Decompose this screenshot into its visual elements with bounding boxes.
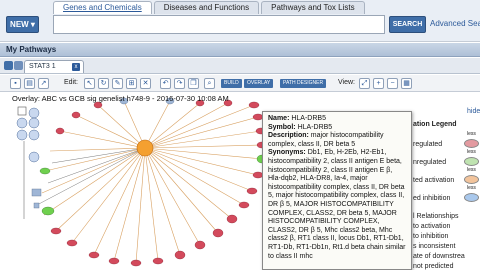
- rel-inconsistent: s inconsistent: [413, 243, 456, 250]
- tooltip-description-row: Description: major histocompatibility co…: [268, 132, 384, 148]
- build-button[interactable]: BUILD: [221, 79, 242, 88]
- search-button[interactable]: SEARCH: [389, 16, 426, 33]
- view-label: View:: [338, 79, 355, 86]
- export-icon[interactable]: ↗: [38, 78, 49, 89]
- less-label: less: [467, 185, 476, 191]
- tooltip-symbol-row: Symbol: HLA-DRB5: [268, 123, 333, 131]
- rel-inhibition: to inhibition: [413, 233, 449, 240]
- tab-stat3[interactable]: STAT3 1 x: [24, 60, 84, 73]
- tab-label: STAT3 1: [29, 63, 56, 70]
- tab-diseases-and-functions[interactable]: Diseases and Functions: [153, 1, 260, 14]
- search-tabs: Genes and Chemicals Diseases and Functio…: [53, 1, 365, 15]
- print-icon[interactable]: ▤: [24, 78, 35, 89]
- copy-icon[interactable]: ❐: [188, 78, 199, 89]
- hub-node: [136, 139, 154, 157]
- app-window: NEW ▾ Genes and Chemicals Diseases and F…: [0, 0, 480, 270]
- tooltip-name-row: Name: HLA-DRB5: [268, 115, 326, 122]
- grid-icon[interactable]: [4, 61, 13, 70]
- legend-upregulated: regulated: [413, 141, 443, 148]
- search-input[interactable]: [53, 15, 385, 34]
- zoom-in-icon[interactable]: +: [373, 78, 384, 89]
- tab-pathways-and-tox-lists[interactable]: Pathways and Tox Lists: [261, 1, 365, 14]
- less-label: less: [467, 167, 476, 173]
- rel-not-predicted: not predicted: [413, 263, 454, 270]
- gene-name: HLA-DRB5: [291, 115, 326, 122]
- upregulated-swatch: [464, 139, 479, 148]
- overlay-title: Overlay: ABC vs GCB sig genelist h748-9 …: [12, 94, 229, 103]
- edit-label: Edit:: [64, 79, 79, 86]
- layout-icon[interactable]: ⊞: [126, 78, 137, 89]
- activation-swatch: [464, 175, 479, 184]
- overlay-button[interactable]: OVERLAY: [244, 79, 274, 88]
- rel-activation: to activation: [413, 223, 451, 230]
- hide-legend-link[interactable]: hide: [467, 108, 480, 115]
- legend-title: ation Legend: [413, 121, 457, 128]
- rel-downstream: ate of downstrea: [413, 253, 465, 260]
- list-icon[interactable]: [14, 61, 23, 70]
- connect-icon[interactable]: ↻: [98, 78, 109, 89]
- pathway-toolbar: ▪ ▤ ↗ Edit: ↖ ↻ ✎ ⊞ ✕ ↶ ↷ ❐ ⌕ BUILD OVER…: [0, 75, 480, 92]
- fit-view-icon[interactable]: ⤢: [359, 78, 370, 89]
- tooltip-synonyms-row: Synonyms: Db1, Eb, H-2Eb, H2-Eb1, histoc…: [268, 149, 406, 260]
- select-icon[interactable]: ↖: [84, 78, 95, 89]
- relationships-title: l Relationships: [413, 213, 459, 220]
- gene-synonyms: Db1, Eb, H-2Eb, H2-Eb1, histocompatibili…: [268, 149, 406, 260]
- legend-activation: ted activation: [413, 177, 455, 184]
- less-label: less: [467, 149, 476, 155]
- inhibition-swatch: [464, 193, 479, 202]
- legend-downregulated: nregulated: [413, 159, 447, 166]
- search-icon[interactable]: ⌕: [204, 78, 215, 89]
- close-icon[interactable]: x: [72, 63, 80, 71]
- downregulated-swatch: [464, 157, 479, 166]
- delete-icon[interactable]: ✕: [140, 78, 151, 89]
- advanced-search-link[interactable]: Advanced Sea: [430, 19, 480, 28]
- gene-tooltip: Name: HLA-DRB5 Symbol: HLA-DRB5 Descript…: [262, 111, 412, 270]
- workspace-tab-strip: STAT3 1 x: [0, 58, 480, 74]
- my-pathways-header: My Pathways: [0, 43, 480, 57]
- legend-icon[interactable]: ▦: [401, 78, 412, 89]
- save-icon[interactable]: ▪: [10, 78, 21, 89]
- gene-symbol: HLA-DRB5: [297, 123, 333, 131]
- top-bar: NEW ▾ Genes and Chemicals Diseases and F…: [0, 0, 480, 42]
- undo-icon[interactable]: ↶: [160, 78, 171, 89]
- legend-inhibition: ed inhibition: [413, 195, 451, 202]
- add-note-icon[interactable]: ✎: [112, 78, 123, 89]
- tab-genes-and-chemicals[interactable]: Genes and Chemicals: [53, 1, 152, 14]
- new-button[interactable]: NEW ▾: [6, 16, 39, 33]
- prediction-legend: hide ation Legend less regulated less nr…: [413, 108, 480, 270]
- redo-icon[interactable]: ↷: [174, 78, 185, 89]
- path-designer-button[interactable]: PATH DESIGNER: [280, 79, 327, 88]
- zoom-out-icon[interactable]: −: [387, 78, 398, 89]
- section-title: My Pathways: [6, 45, 57, 54]
- less-label: less: [467, 131, 476, 137]
